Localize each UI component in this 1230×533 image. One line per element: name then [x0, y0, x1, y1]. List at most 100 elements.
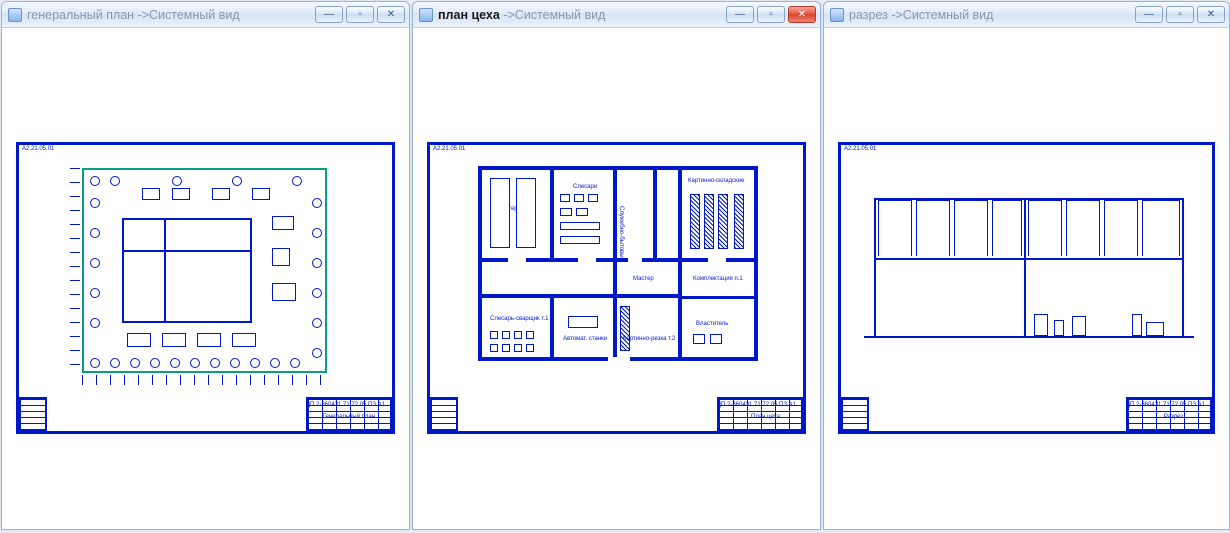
drawing-viewport[interactable]: А2.21.05.01 — [413, 28, 820, 529]
minimize-button[interactable]: — — [726, 6, 754, 23]
window-section: разрез ->Системный вид — ▫ ✕ А2.21.05.01 — [823, 1, 1230, 530]
equipment — [1072, 316, 1086, 336]
aux-building — [272, 283, 296, 301]
room-label: Картинно-складские — [688, 178, 744, 184]
tree-icon — [312, 228, 322, 238]
floor-plan: Материал. Слесари Служебно-бытовые Карти… — [478, 166, 758, 361]
ground-line — [864, 336, 1194, 338]
clerestory-icon — [954, 200, 988, 256]
tree-icon — [232, 176, 242, 186]
aux-building — [272, 216, 294, 230]
tree-icon — [312, 198, 322, 208]
room-label: Картинно-резка т.2 — [623, 336, 675, 342]
tree-icon — [110, 358, 120, 368]
tree-icon — [190, 358, 200, 368]
room-label: Слесарь-сварщик т.1 — [490, 316, 548, 322]
door-opening — [578, 258, 596, 262]
building-section — [874, 198, 1184, 338]
equipment — [514, 344, 522, 352]
equipment — [490, 344, 498, 352]
window-floor-plan: план цеха ->Системный вид — ▫ ✕ А2.21.05… — [412, 1, 821, 530]
door-opening — [508, 258, 526, 262]
aux-building — [232, 333, 256, 347]
titlebar[interactable]: план цеха ->Системный вид — ▫ ✕ — [413, 2, 820, 28]
equipment — [574, 194, 584, 202]
aux-building — [212, 188, 230, 200]
room-label: Слесари — [573, 184, 597, 190]
equipment — [588, 194, 598, 202]
tree-icon — [312, 318, 322, 328]
clerestory-icon — [878, 200, 912, 256]
door-opening — [608, 357, 630, 361]
wall — [874, 198, 876, 338]
wall — [754, 166, 758, 361]
tree-icon — [250, 358, 260, 368]
equipment — [502, 331, 510, 339]
tree-icon — [90, 258, 100, 268]
drawing-sheet: А2.21.05.01 — [423, 138, 810, 438]
close-button[interactable]: ✕ — [377, 6, 405, 23]
equipment — [516, 178, 536, 248]
equipment — [620, 306, 630, 351]
door-opening — [708, 258, 726, 262]
mdi-desktop: генеральный план ->Системный вид — ▫ ✕ А… — [0, 0, 1230, 533]
drawing-viewport[interactable]: А2.21.05.01 — [2, 28, 409, 529]
window-buttons: — ▫ ✕ — [726, 6, 816, 23]
tree-icon — [150, 358, 160, 368]
stamp-title: Разрез — [1164, 414, 1183, 420]
main-building — [122, 218, 252, 323]
close-button[interactable]: ✕ — [788, 6, 816, 23]
tree-icon — [170, 358, 180, 368]
sheet-corner-code: А2.21.05.01 — [844, 146, 876, 152]
equipment — [526, 331, 534, 339]
window-title: разрез ->Системный вид — [849, 8, 993, 22]
titlebar[interactable]: разрез ->Системный вид — ▫ ✕ — [824, 2, 1229, 28]
tree-icon — [172, 176, 182, 186]
drawing-sheet: А2.21.05.01 — [834, 138, 1219, 438]
equipment — [734, 194, 744, 249]
axis-ticks-vertical — [70, 168, 80, 373]
drawing-viewport[interactable]: А2.21.05.01 — [824, 28, 1229, 529]
wall — [653, 166, 657, 258]
equipment — [1034, 314, 1048, 336]
clerestory-icon — [992, 200, 1022, 256]
tree-icon — [110, 176, 120, 186]
tree-icon — [90, 288, 100, 298]
aux-building — [197, 333, 221, 347]
tree-icon — [90, 176, 100, 186]
tree-icon — [290, 358, 300, 368]
maximize-button[interactable]: ▫ — [346, 6, 374, 23]
maximize-button[interactable]: ▫ — [757, 6, 785, 23]
maximize-button[interactable]: ▫ — [1166, 6, 1194, 23]
wall — [1182, 198, 1184, 338]
close-button[interactable]: ✕ — [1197, 6, 1225, 23]
ceiling-line — [874, 258, 1184, 260]
aux-building — [127, 333, 151, 347]
stamp-code: ДП 2-360431.71.72.05.ПЗ А1 — [717, 402, 796, 408]
clerestory-icon — [1104, 200, 1138, 256]
equipment — [490, 178, 510, 248]
document-icon — [419, 8, 433, 22]
room-label: Комплектация п.1 — [693, 276, 743, 282]
wall — [550, 294, 554, 358]
door-opening — [628, 258, 642, 262]
equipment — [576, 208, 588, 216]
minimize-button[interactable]: — — [315, 6, 343, 23]
equipment — [690, 194, 700, 249]
equipment — [1132, 314, 1142, 336]
aux-building — [252, 188, 270, 200]
wall — [613, 166, 617, 258]
room-label: Служебно-бытовые — [618, 206, 624, 261]
sheet-corner-code: А2.21.05.01 — [22, 146, 54, 152]
tree-icon — [90, 358, 100, 368]
tree-icon — [270, 358, 280, 368]
titlebar[interactable]: генеральный план ->Системный вид — ▫ ✕ — [2, 2, 409, 28]
minimize-button[interactable]: — — [1135, 6, 1163, 23]
tree-icon — [312, 258, 322, 268]
tree-icon — [130, 358, 140, 368]
clerestory-icon — [1028, 200, 1062, 256]
equipment — [526, 344, 534, 352]
room-label: Автомат. станки — [563, 336, 607, 342]
window-general-plan: генеральный план ->Системный вид — ▫ ✕ А… — [1, 1, 410, 530]
equipment — [710, 334, 722, 344]
